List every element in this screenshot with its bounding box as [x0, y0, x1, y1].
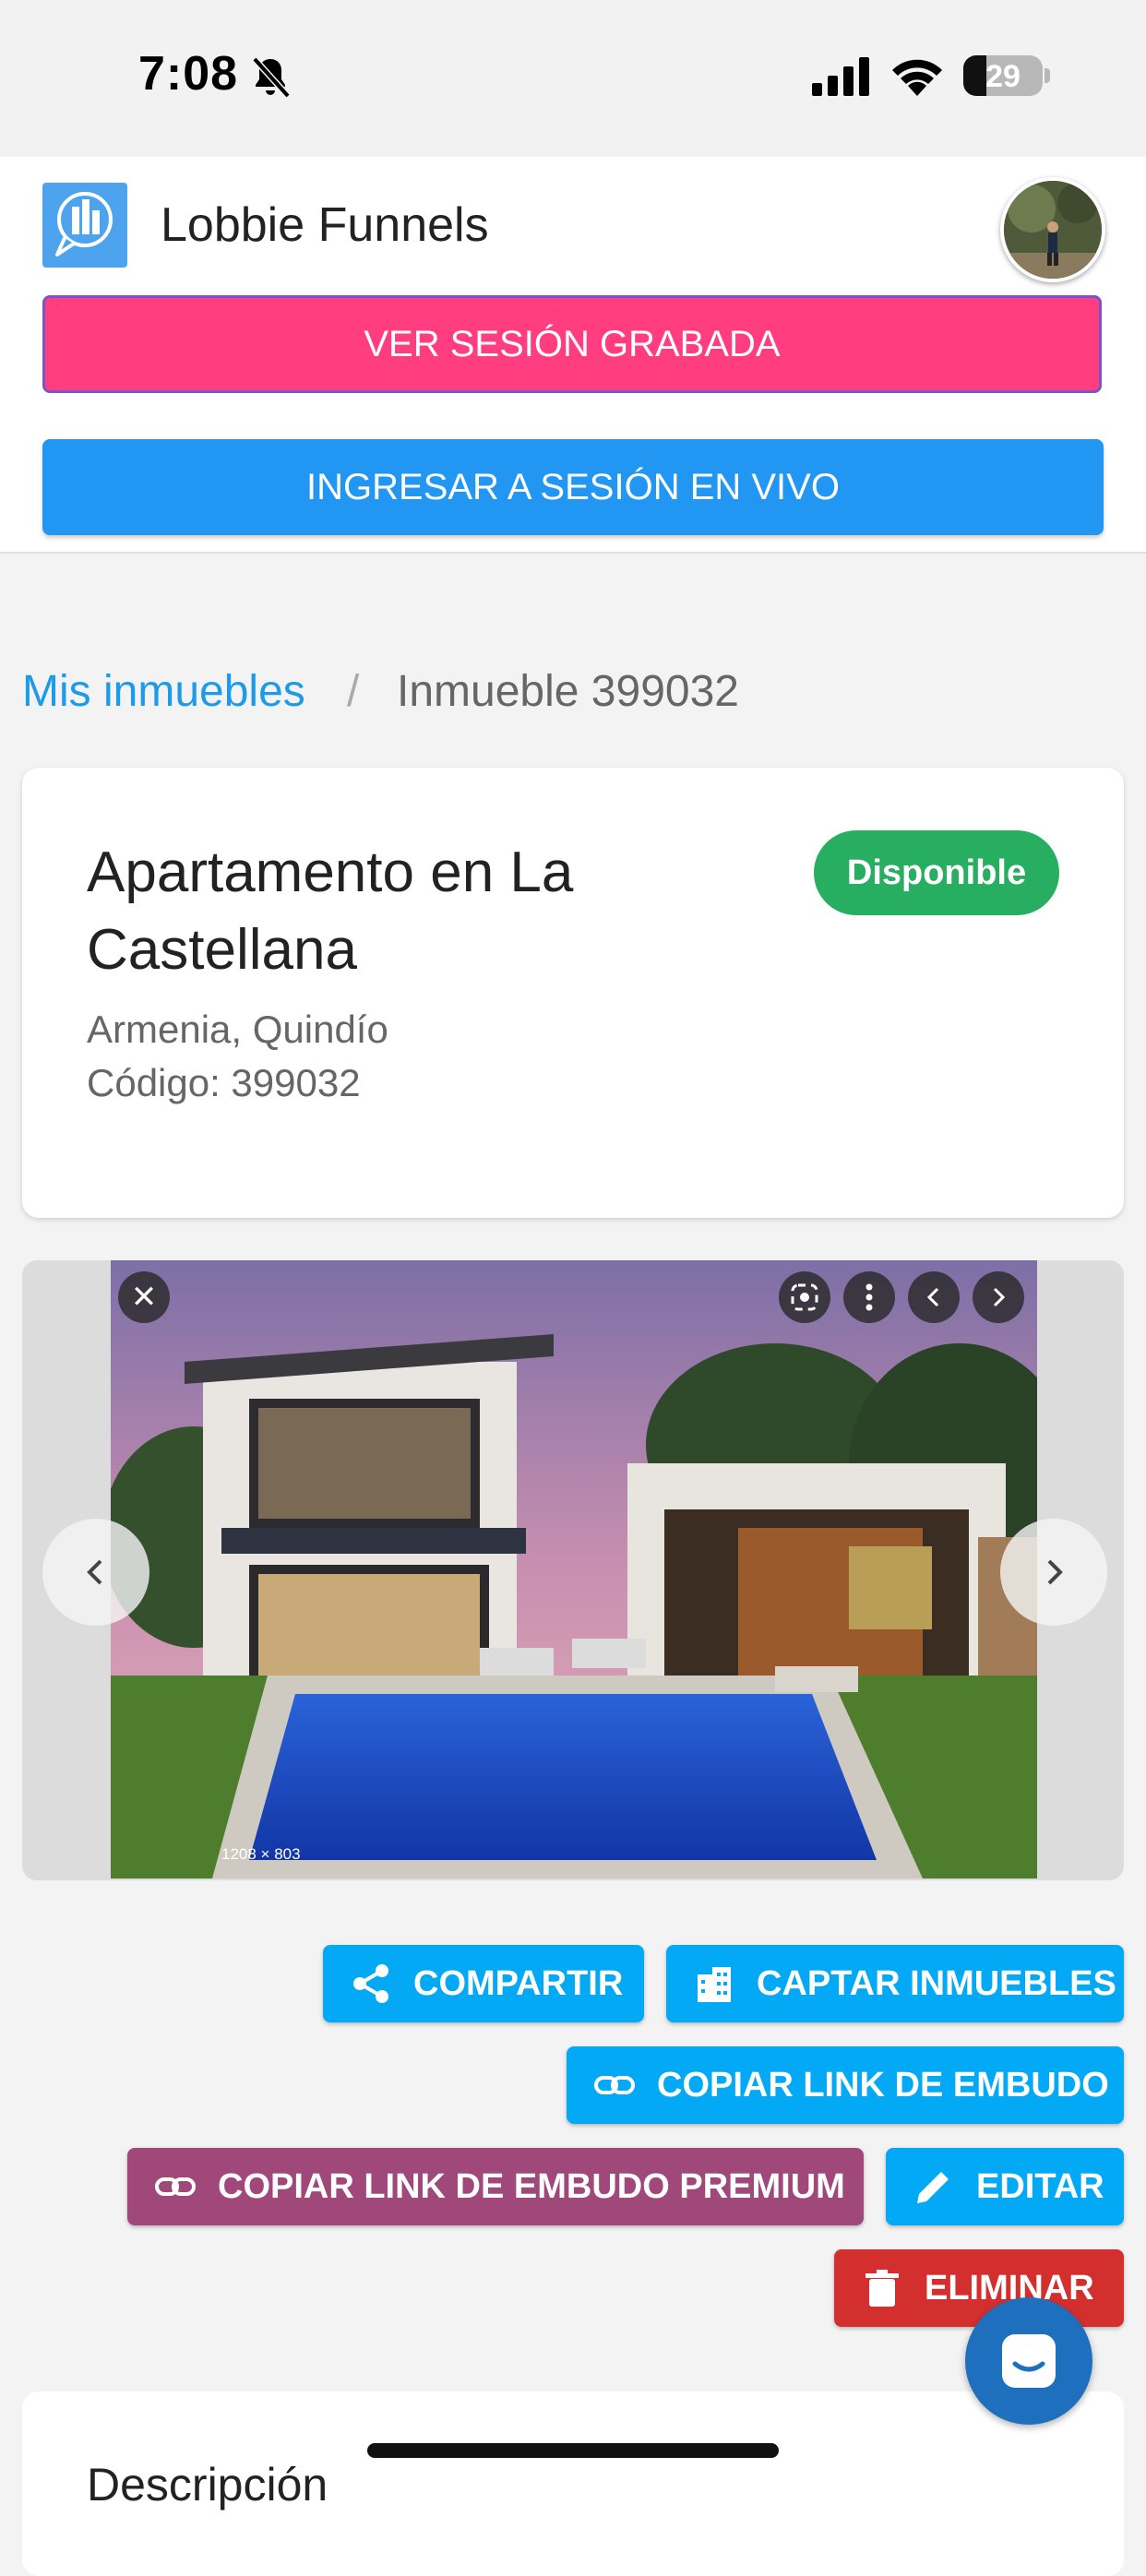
link-icon [155, 2177, 196, 2196]
edit-button[interactable]: EDITAR [886, 2148, 1124, 2225]
copy-premium-funnel-link-button[interactable]: COPIAR LINK DE EMBUDO PREMIUM [127, 2148, 864, 2225]
copy-funnel-link-button[interactable]: COPIAR LINK DE EMBUDO [567, 2046, 1124, 2124]
more-options-icon[interactable] [843, 1271, 895, 1323]
property-code: Código: 399032 [87, 1061, 361, 1104]
property-card: Apartamento en La Castellana Disponible … [22, 768, 1124, 1218]
home-indicator [367, 2443, 779, 2458]
share-label: COMPARTIR [413, 1963, 624, 2003]
view-recorded-session-button[interactable]: VER SESIÓN GRABADA [42, 295, 1102, 393]
property-location: Armenia, Quindío [87, 1008, 388, 1051]
signal-icon [812, 57, 869, 96]
status-time: 7:08 [138, 47, 239, 101]
lens-icon[interactable] [779, 1271, 830, 1323]
capture-properties-label: CAPTAR INMUEBLES [757, 1963, 1116, 2003]
description-card: Descripción [22, 2391, 1124, 2576]
user-avatar[interactable] [1000, 177, 1105, 282]
breadcrumb-separator: / [347, 667, 360, 716]
status-bar: 7:08 29 [0, 0, 1146, 157]
edit-label: EDITAR [976, 2166, 1104, 2206]
chat-support-button[interactable] [965, 2297, 1092, 2425]
share-icon [353, 1964, 388, 2003]
bell-slash-icon [252, 56, 291, 99]
pencil-icon [917, 2172, 949, 2203]
trash-icon [865, 2270, 899, 2307]
status-badge: Disponible [814, 830, 1059, 915]
battery-level: 29 [985, 59, 1021, 94]
app-title: Lobbie Funnels [161, 198, 489, 252]
image-prev-small-icon[interactable] [908, 1271, 960, 1323]
wifi-icon [892, 59, 942, 96]
breadcrumb-current: Inmueble 399032 [397, 667, 739, 716]
copy-funnel-link-label: COPIAR LINK DE EMBUDO [657, 2065, 1109, 2105]
property-title: Apartamento en La Castellana [87, 841, 574, 982]
property-photo[interactable]: ✕ 1208 × 803 [111, 1260, 1037, 1878]
chat-icon [1002, 2334, 1056, 2388]
capture-properties-button[interactable]: CAPTAR INMUEBLES [666, 1945, 1124, 2022]
image-next-small-icon[interactable] [973, 1271, 1024, 1323]
share-button[interactable]: COMPARTIR [323, 1945, 644, 2022]
gallery-next-button[interactable] [1000, 1519, 1107, 1626]
gallery-prev-button[interactable] [42, 1519, 149, 1626]
battery-icon: 29 [963, 55, 1043, 96]
delete-button[interactable]: ELIMINAR [834, 2249, 1124, 2327]
close-image-button[interactable]: ✕ [118, 1271, 170, 1323]
building-icon [698, 1967, 731, 2002]
breadcrumb-link-my-properties[interactable]: Mis inmuebles [22, 666, 305, 717]
copy-premium-funnel-link-label: COPIAR LINK DE EMBUDO PREMIUM [218, 2166, 845, 2206]
app-logo[interactable] [42, 183, 127, 268]
app-header: Lobbie Funnels VER SESIÓN GRABADA INGRES… [0, 157, 1146, 554]
join-live-session-button[interactable]: INGRESAR A SESIÓN EN VIVO [42, 439, 1104, 535]
image-dimensions: 1208 × 803 [221, 1845, 301, 1863]
link-icon [594, 2076, 635, 2094]
description-title: Descripción [87, 2459, 328, 2510]
image-gallery[interactable]: ✕ 1208 × 803 [22, 1260, 1124, 1880]
